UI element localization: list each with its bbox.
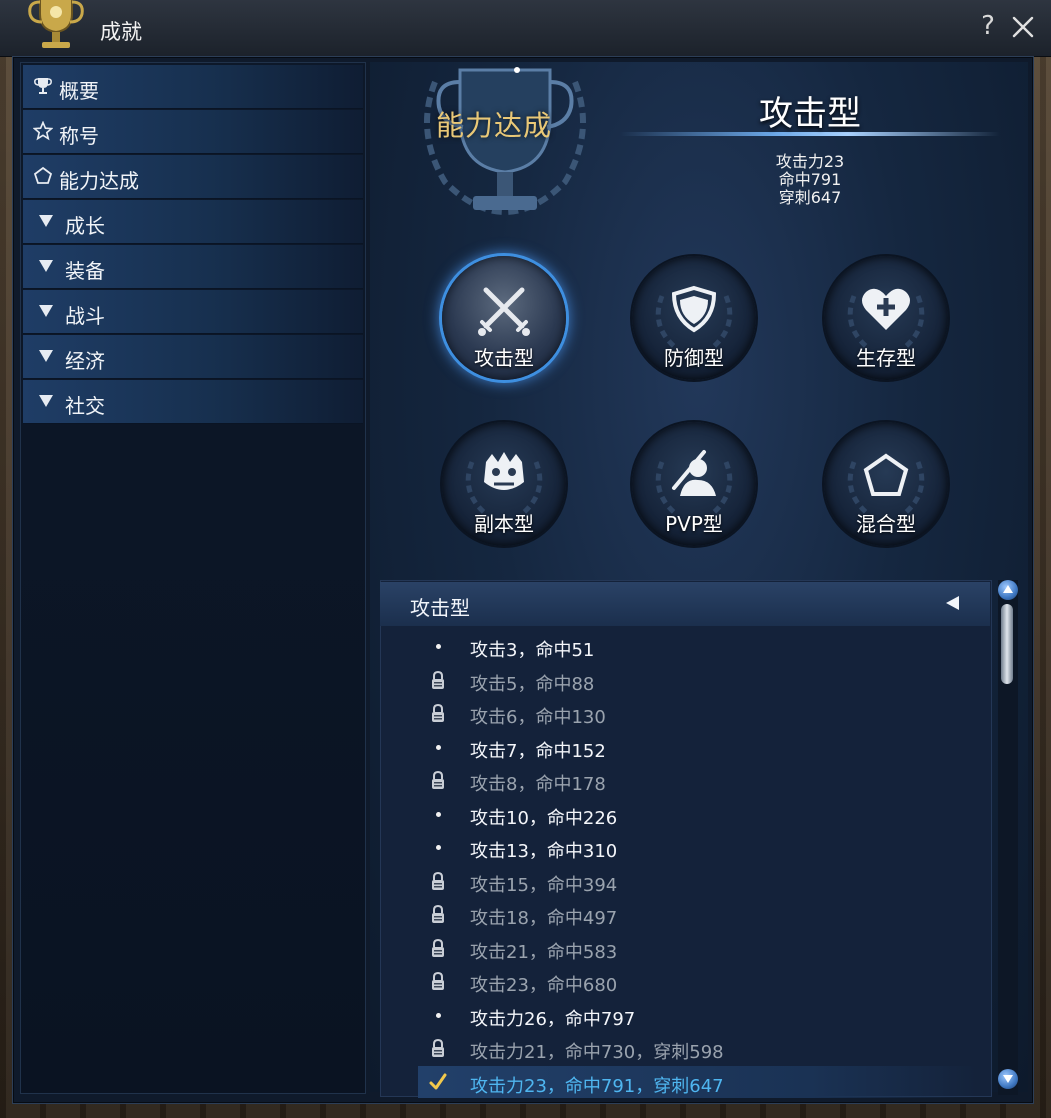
type-label: 副本型: [474, 512, 534, 536]
trophy-emblem-icon: [424, 67, 586, 215]
scrollbar-thumb[interactable]: [1001, 604, 1013, 684]
help-button[interactable]: ?: [976, 12, 1000, 40]
trophy-icon: [28, 0, 84, 48]
sidebar-item-titles[interactable]: 称号: [23, 110, 363, 154]
type-survival-button[interactable]: 生存型: [824, 256, 948, 380]
type-label: 攻击型: [474, 346, 534, 370]
type-hybrid-button[interactable]: 混合型: [824, 422, 948, 546]
title-bar: 成就 ?: [0, 0, 1051, 57]
star-outline-icon: [33, 121, 53, 141]
triangle-down-icon: [39, 395, 53, 407]
stat-hit: 命中791: [778, 170, 842, 189]
bullet-icon: [436, 644, 441, 649]
lock-icon: [432, 938, 444, 957]
stat-attack: 攻击力23: [775, 152, 845, 171]
list-header[interactable]: 攻击型: [380, 582, 990, 626]
list-item-text: 攻击8，命中178: [470, 774, 606, 795]
list-item-text: 攻击3，命中51: [470, 640, 595, 661]
list-item[interactable]: 攻击10，命中226: [418, 798, 978, 830]
lock-icon: [432, 904, 444, 923]
sidebar-item-label: 能力达成: [59, 169, 139, 193]
sidebar: 概要 称号 能力达成 成长 装备 战斗 经济 社交: [20, 62, 366, 1094]
bullet-icon: [436, 1013, 441, 1018]
list-item[interactable]: 攻击7，命中152: [418, 731, 978, 763]
list-item[interactable]: 攻击5，命中88: [418, 664, 978, 696]
type-label: 混合型: [856, 512, 916, 536]
lock-icon: [432, 1038, 444, 1057]
lock-icon: [432, 670, 444, 689]
type-defense-button[interactable]: 防御型: [632, 256, 756, 380]
sidebar-item-equipment[interactable]: 装备: [23, 245, 363, 289]
list-item[interactable]: 攻击21，命中583: [418, 932, 978, 964]
sidebar-item-label: 社交: [65, 394, 105, 418]
list-item-text: 攻击7，命中152: [470, 741, 606, 762]
list-header-label: 攻击型: [410, 596, 470, 620]
sidebar-item-social[interactable]: 社交: [23, 380, 363, 424]
list-item[interactable]: 攻击力23，命中791，穿刺647: [418, 1066, 978, 1098]
checkmark-icon: [429, 1073, 447, 1090]
sidebar-item-label: 成长: [65, 214, 105, 238]
type-label: PVP型: [665, 512, 723, 536]
sidebar-item-growth[interactable]: 成长: [23, 200, 363, 244]
list-item-text: 攻击18，命中497: [470, 908, 618, 929]
scroll-down-button[interactable]: [998, 1069, 1018, 1089]
stat-pierce: 穿刺647: [778, 188, 842, 207]
close-icon[interactable]: [1010, 14, 1036, 40]
list-item-text: 攻击10，命中226: [470, 808, 618, 829]
list-item-text: 攻击6，命中130: [470, 707, 606, 728]
list-item-text: 攻击力21，命中730，穿刺598: [470, 1042, 724, 1063]
list-item-text: 攻击5，命中88: [470, 674, 595, 695]
bullet-icon: [436, 845, 441, 850]
list-item[interactable]: 攻击6，命中130: [418, 697, 978, 729]
list-item[interactable]: 攻击18，命中497: [418, 898, 978, 930]
sidebar-item-combat[interactable]: 战斗: [23, 290, 363, 334]
type-stats: 攻击力23 命中791 穿刺647: [730, 153, 890, 207]
trophy-small-icon: [34, 78, 52, 94]
list-item[interactable]: 攻击3，命中51: [418, 630, 978, 662]
list-item-text: 攻击21，命中583: [470, 942, 618, 963]
sidebar-item-label: 概要: [59, 79, 99, 103]
list-item-text: 攻击力26，命中797: [470, 1009, 636, 1030]
lock-icon: [432, 703, 444, 722]
collapse-arrow-icon[interactable]: [946, 596, 959, 610]
type-label: 生存型: [856, 346, 916, 370]
list-item[interactable]: 攻击13，命中310: [418, 831, 978, 863]
list-item[interactable]: 攻击力26，命中797: [418, 999, 978, 1031]
triangle-down-icon: [39, 260, 53, 272]
list-item[interactable]: 攻击8，命中178: [418, 764, 978, 796]
lock-icon: [432, 971, 444, 990]
window-title: 成就: [100, 20, 142, 44]
type-label: 防御型: [664, 346, 724, 370]
triangle-down-icon: [39, 350, 53, 362]
type-dungeon-button[interactable]: 副本型: [442, 422, 566, 546]
type-attack-button[interactable]: 攻击型: [442, 256, 566, 380]
bullet-icon: [436, 812, 441, 817]
sidebar-item-label: 经济: [65, 349, 105, 373]
type-title: 攻击型: [759, 94, 861, 134]
lock-icon: [432, 770, 444, 789]
sidebar-item-economy[interactable]: 经济: [23, 335, 363, 379]
sidebar-item-ability[interactable]: 能力达成: [23, 155, 363, 199]
sidebar-item-overview[interactable]: 概要: [23, 65, 363, 109]
sidebar-item-label: 战斗: [65, 304, 105, 328]
list-item-text: 攻击23，命中680: [470, 975, 618, 996]
scroll-up-button[interactable]: [998, 580, 1018, 600]
sidebar-item-label: 称号: [59, 124, 99, 148]
triangle-down-icon: [39, 305, 53, 317]
list-item-text: 攻击13，命中310: [470, 841, 618, 862]
list-item-text: 攻击15，命中394: [470, 875, 618, 896]
list-item[interactable]: 攻击15，命中394: [418, 865, 978, 897]
lock-icon: [432, 871, 444, 890]
list-item[interactable]: 攻击力21，命中730，穿刺598: [418, 1032, 978, 1064]
category-title: 能力达成: [436, 109, 553, 142]
bullet-icon: [436, 745, 441, 750]
type-pvp-button[interactable]: PVP型: [632, 422, 756, 546]
pentagon-outline-icon: [33, 166, 53, 184]
sidebar-item-label: 装备: [65, 259, 105, 283]
list-item[interactable]: 攻击23，命中680: [418, 965, 978, 997]
triangle-down-icon: [39, 215, 53, 227]
list-item-text: 攻击力23，命中791，穿刺647: [470, 1076, 724, 1097]
